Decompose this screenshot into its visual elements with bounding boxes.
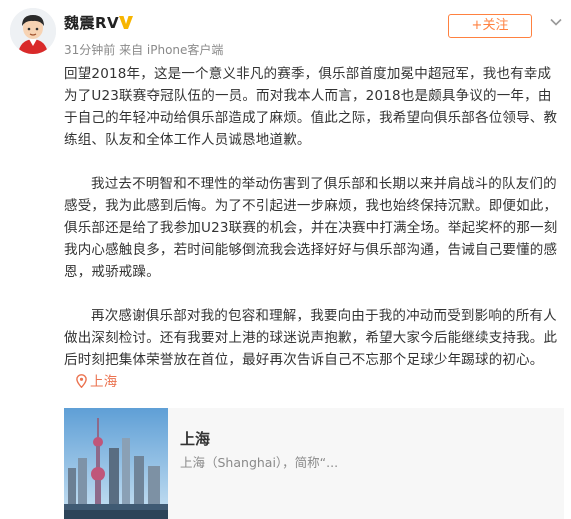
- post-paragraph-text: 再次感谢俱乐部对我的包容和理解，我要向由于我的冲动而受到影响的所有人做出深刻检讨…: [64, 308, 558, 368]
- post-meta: 31分钟前 来自 iPhone客户端: [64, 43, 224, 57]
- username[interactable]: 魏震RV: [64, 12, 119, 33]
- location-pin-icon: [76, 374, 87, 389]
- verified-v-icon: [117, 13, 135, 31]
- post-header: 魏震RV 31分钟前 来自 iPhone客户端 +关注: [0, 0, 571, 60]
- location-card-subtitle: 上海（Shanghai），简称“...: [180, 455, 339, 470]
- avatar[interactable]: [10, 8, 56, 54]
- location-card-title: 上海: [180, 430, 211, 448]
- post-paragraph: 回望2018年，这是一个意义非凡的赛季，俱乐部首度加冕中超冠军，我也有幸成为了U…: [64, 66, 558, 148]
- location-tag[interactable]: 上海: [64, 374, 117, 390]
- location-card-thumbnail: [64, 408, 168, 519]
- avatar-image: [10, 8, 56, 54]
- location-card[interactable]: 上海 上海（Shanghai），简称“...: [64, 408, 564, 519]
- post-content: 回望2018年，这是一个意义非凡的赛季，俱乐部首度加冕中超冠军，我也有幸成为了U…: [64, 63, 564, 393]
- post-paragraph: 我过去不明智和不理性的举动伤害到了俱乐部和长期以来并肩战斗的队友们的感受，我为此…: [64, 176, 558, 280]
- chevron-down-icon[interactable]: [548, 14, 564, 30]
- location-tag-label: 上海: [90, 374, 118, 390]
- follow-button[interactable]: +关注: [448, 14, 532, 38]
- post-paragraph: 再次感谢俱乐部对我的包容和理解，我要向由于我的冲动而受到影响的所有人做出深刻检讨…: [64, 305, 564, 393]
